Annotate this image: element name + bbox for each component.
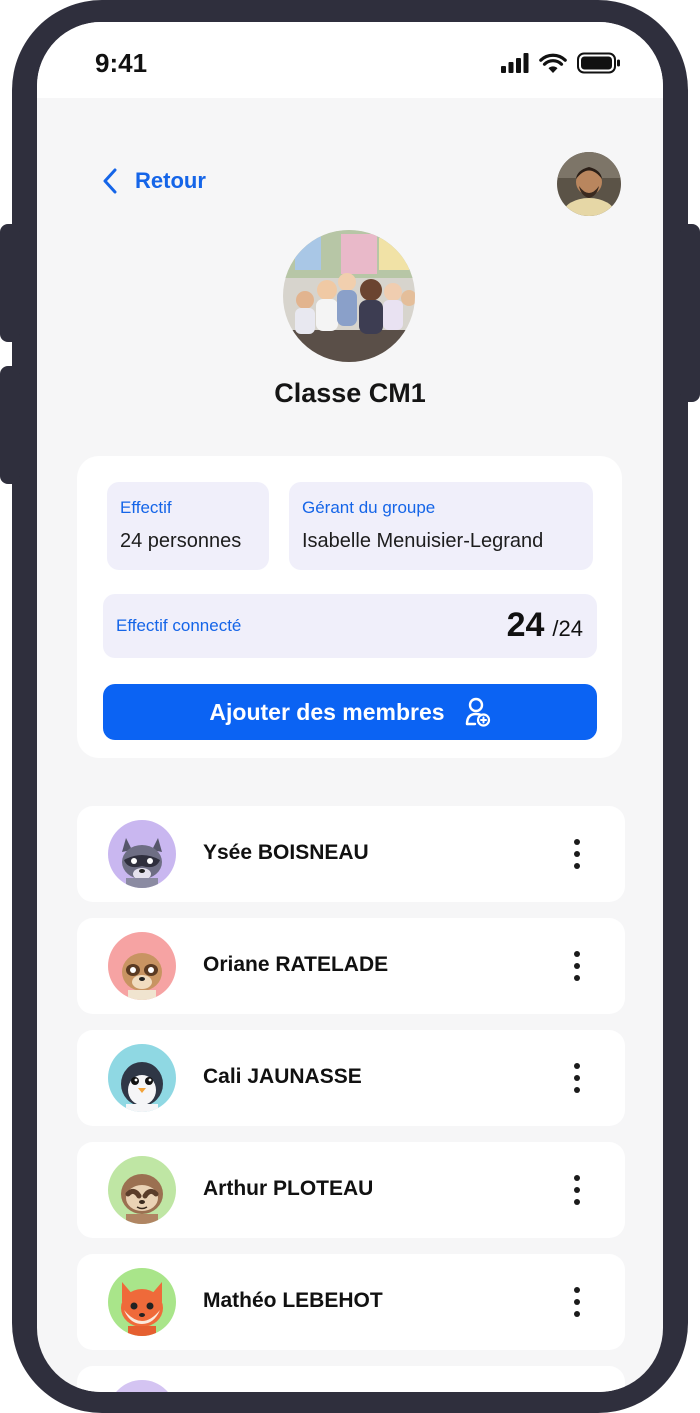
manager-chip: Gérant du groupe Isabelle Menuisier-Legr… xyxy=(289,482,593,570)
connected-total: /24 xyxy=(552,616,583,641)
group-title: Classe CM1 xyxy=(274,378,426,408)
effectif-value: 24 personnes xyxy=(120,530,242,552)
more-options-icon[interactable] xyxy=(567,1175,587,1205)
member-name: Mathéo LEBEHOT xyxy=(203,1289,383,1312)
add-user-icon xyxy=(465,697,490,727)
effectif-label: Effectif xyxy=(120,498,172,517)
more-options-icon[interactable] xyxy=(567,1063,587,1093)
wifi-icon xyxy=(539,53,567,73)
connected-chip: Effectif connecté 24 /24 xyxy=(103,594,597,658)
member-name: Oriane RATELADE xyxy=(203,953,389,976)
member-card[interactable]: Ysée BOISNEAU xyxy=(77,806,625,902)
raccoon-avatar xyxy=(108,820,176,888)
back-label: Retour xyxy=(135,168,206,193)
sloth-avatar xyxy=(108,1156,176,1224)
back-button[interactable]: Retour xyxy=(103,168,206,194)
connected-count: 24 xyxy=(506,606,545,644)
more-options-icon[interactable] xyxy=(567,839,587,869)
member-name: Cali JAUNASSE xyxy=(203,1065,362,1088)
battery-icon xyxy=(577,52,620,74)
manager-value: Isabelle Menuisier-Legrand xyxy=(302,530,544,552)
power-button xyxy=(680,224,700,402)
group-info-card: Effectif 24 personnes Gérant du groupe I… xyxy=(77,456,622,758)
volume-up-button xyxy=(0,224,20,342)
member-card[interactable]: Mathéo LEBEHOT xyxy=(77,1254,625,1350)
partial-avatar xyxy=(108,1380,176,1392)
status-bar: 9:41 xyxy=(37,22,663,98)
status-time: 9:41 xyxy=(95,48,148,78)
signal-icon xyxy=(501,53,529,73)
member-name: Arthur PLOTEAU xyxy=(203,1177,374,1200)
add-members-button[interactable]: Ajouter des membres xyxy=(103,684,597,740)
connected-label: Effectif connecté xyxy=(116,616,242,635)
member-card-partial[interactable] xyxy=(77,1366,625,1392)
member-card[interactable]: Cali JAUNASSE xyxy=(77,1030,625,1126)
penguin-avatar xyxy=(108,1044,176,1112)
screen: 9:41 Retour Classe CM1 Effectif 24 perso… xyxy=(37,22,663,1392)
effectif-chip: Effectif 24 personnes xyxy=(107,482,269,570)
user-avatar[interactable] xyxy=(557,152,621,216)
more-options-icon[interactable] xyxy=(567,951,587,981)
connected-value: 24 /24 xyxy=(507,606,583,645)
fox-avatar xyxy=(108,1268,176,1336)
member-list: Ysée BOISNEAU Oriane RATELADE Cali JAUNA… xyxy=(77,806,625,1392)
meerkat-avatar xyxy=(108,932,176,1000)
volume-down-button xyxy=(0,366,20,484)
chevron-left-icon xyxy=(103,168,117,194)
add-members-label: Ajouter des membres xyxy=(209,698,445,725)
member-name: Ysée BOISNEAU xyxy=(203,841,369,864)
manager-label: Gérant du groupe xyxy=(302,498,436,517)
class-photo xyxy=(283,230,415,362)
status-icons xyxy=(501,52,621,74)
member-card[interactable]: Arthur PLOTEAU xyxy=(77,1142,625,1238)
member-card[interactable]: Oriane RATELADE xyxy=(77,918,625,1014)
more-options-icon[interactable] xyxy=(567,1287,587,1317)
